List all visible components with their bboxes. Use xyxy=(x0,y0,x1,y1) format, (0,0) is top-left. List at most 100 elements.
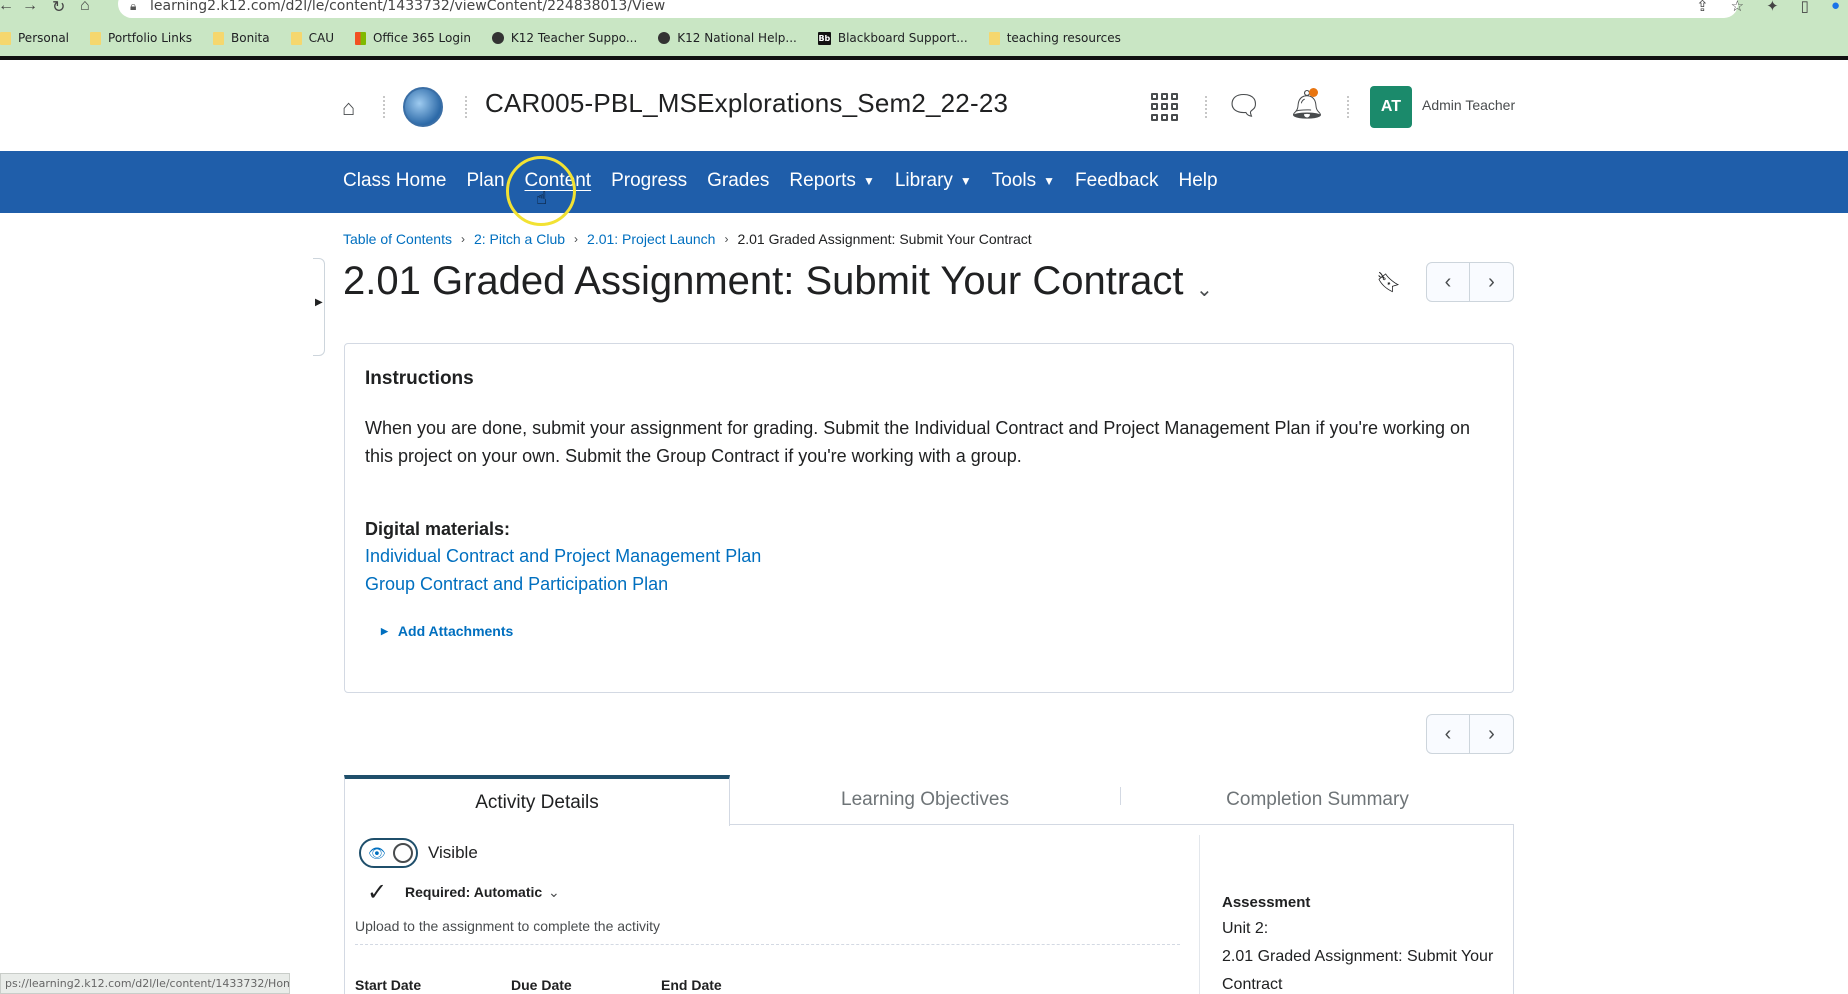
course-header: ⌂ CAR005-PBL_MSExplorations_Sem2_22-23 🗨… xyxy=(0,60,1848,151)
sidebar-icon[interactable]: ▯ xyxy=(1801,0,1809,15)
chevron-left-icon: ‹ xyxy=(1444,722,1452,745)
title-options-chevron-icon[interactable]: ⌄ xyxy=(1196,277,1213,302)
reload-icon[interactable]: ↻ xyxy=(52,0,65,17)
bookmark-icon[interactable]: 🔖︎ xyxy=(1376,270,1401,295)
header-separator xyxy=(1205,96,1207,118)
nav-progress[interactable]: Progress xyxy=(611,170,687,192)
breadcrumb-current: 2.01 Graded Assignment: Submit Your Cont… xyxy=(737,231,1032,247)
checkmark-icon: ✓ xyxy=(367,879,388,906)
course-selector-grid-icon[interactable] xyxy=(1151,93,1179,121)
visible-label: Visible xyxy=(428,843,478,862)
forward-icon[interactable]: → xyxy=(22,0,38,15)
chevron-down-icon: ▼ xyxy=(1043,174,1056,188)
bookmark-portfolio-links[interactable]: Portfolio Links xyxy=(90,31,192,45)
visibility-toggle[interactable]: 👁︎ xyxy=(359,838,418,868)
page-title: 2.01 Graded Assignment: Submit Your Cont… xyxy=(343,259,1184,303)
breadcrumb-module[interactable]: 2.01: Project Launch xyxy=(587,231,715,247)
course-logo[interactable] xyxy=(403,87,443,127)
breadcrumb-unit[interactable]: 2: Pitch a Club xyxy=(474,231,565,247)
chevron-down-icon: ▼ xyxy=(959,174,972,188)
bookmark-k12-national-help[interactable]: K12 National Help... xyxy=(658,31,797,45)
requirement-description: Upload to the assignment to complete the… xyxy=(355,918,661,934)
tab-learning-objectives[interactable]: Learning Objectives xyxy=(730,775,1120,825)
folder-icon xyxy=(988,31,1000,45)
top-pager: ‹ › xyxy=(1426,262,1514,302)
tab-completion-summary[interactable]: Completion Summary xyxy=(1121,775,1514,825)
start-date-header: Start Date xyxy=(355,977,422,993)
bookmarks-bar: Personal Portfolio Links Bonita CAU Offi… xyxy=(0,27,1142,49)
chevron-down-icon[interactable]: ⌄ xyxy=(548,884,560,901)
bottom-pager: ‹ › xyxy=(1426,714,1514,754)
share-icon[interactable]: ⇪ xyxy=(1696,0,1709,15)
next-topic-button[interactable]: › xyxy=(1470,714,1514,754)
breadcrumb-separator-icon: › xyxy=(574,232,579,246)
bookmark-blackboard-support[interactable]: Bb Blackboard Support... xyxy=(817,31,968,45)
breadcrumb-separator-icon: › xyxy=(724,232,729,246)
messages-icon[interactable]: 🗨︎ xyxy=(1226,89,1262,122)
browser-toolbar: ⇪ ☆ ✦ ▯ ● xyxy=(1696,0,1840,15)
bookmark-office-365[interactable]: Office 365 Login xyxy=(354,31,471,45)
bookmark-personal[interactable]: Personal xyxy=(0,31,69,45)
nav-class-home[interactable]: Class Home xyxy=(343,170,446,192)
header-separator xyxy=(465,96,467,118)
previous-topic-button[interactable]: ‹ xyxy=(1426,262,1470,302)
course-title[interactable]: CAR005-PBL_MSExplorations_Sem2_22-23 xyxy=(485,88,1008,119)
bookmark-k12-teacher-support[interactable]: K12 Teacher Suppo... xyxy=(491,31,637,45)
folder-icon xyxy=(213,31,225,45)
notification-dot xyxy=(1309,88,1318,97)
previous-topic-button[interactable]: ‹ xyxy=(1426,714,1470,754)
nav-tools-menu[interactable]: Tools ▼ xyxy=(992,170,1055,192)
breadcrumb-separator-icon: › xyxy=(460,232,465,246)
activity-tabs: Activity Details Learning Objectives Com… xyxy=(344,775,1514,826)
assessment-title-line[interactable]: 2.01 Graded Assignment: Submit Your xyxy=(1222,948,1493,966)
nav-reports-menu[interactable]: Reports ▼ xyxy=(789,170,874,192)
user-avatar[interactable]: AT xyxy=(1370,86,1412,128)
digital-materials-label: Digital materials: xyxy=(365,519,511,539)
activity-details-panel xyxy=(344,825,1514,994)
nav-help[interactable]: Help xyxy=(1179,170,1218,192)
nav-plan[interactable]: Plan xyxy=(466,170,504,192)
header-separator xyxy=(1347,96,1349,118)
notifications-bell-icon[interactable]: 🔔︎ xyxy=(1289,88,1325,121)
extensions-icon[interactable]: ✦ xyxy=(1766,0,1779,15)
globe-icon xyxy=(658,32,671,44)
breadcrumb-table-of-contents[interactable]: Table of Contents xyxy=(343,231,452,247)
bookmark-bonita[interactable]: Bonita xyxy=(213,31,270,45)
dotted-divider xyxy=(355,944,1180,945)
profile-icon[interactable]: ● xyxy=(1831,0,1840,15)
user-name[interactable]: Admin Teacher xyxy=(1422,97,1515,113)
chevron-left-icon: ‹ xyxy=(1444,270,1452,293)
bookmark-teaching-resources[interactable]: teaching resources xyxy=(988,31,1121,45)
next-topic-button[interactable]: › xyxy=(1470,262,1514,302)
assessment-title-line[interactable]: Contract xyxy=(1222,976,1282,994)
assessment-unit: Unit 2: xyxy=(1222,920,1269,937)
star-icon[interactable]: ☆ xyxy=(1731,0,1744,15)
course-navbar: Class Home Plan Content Progress Grades … xyxy=(0,151,1848,213)
group-contract-link[interactable]: Group Contract and Participation Plan xyxy=(365,574,668,595)
folder-icon xyxy=(0,31,11,45)
caret-right-icon: ▶ xyxy=(381,625,388,636)
nav-grades[interactable]: Grades xyxy=(707,170,769,192)
lock-icon[interactable]: 🔒︎ xyxy=(130,0,136,14)
eye-icon: 👁︎ xyxy=(368,845,386,861)
folder-icon xyxy=(90,31,102,45)
blackboard-icon: Bb xyxy=(817,31,831,45)
due-date-header: Due Date xyxy=(511,977,572,993)
completion-requirement-dropdown[interactable]: Required: Automatic xyxy=(405,884,542,900)
bookmark-cau[interactable]: CAU xyxy=(290,31,334,45)
globe-icon xyxy=(491,32,504,44)
add-attachments-button[interactable]: ▶ Add Attachments xyxy=(381,623,513,639)
nav-feedback[interactable]: Feedback xyxy=(1075,170,1158,192)
toggle-knob xyxy=(393,843,413,863)
nav-library-menu[interactable]: Library ▼ xyxy=(895,170,972,192)
tab-activity-details[interactable]: Activity Details xyxy=(344,775,730,826)
expand-arrow-icon: ▶ xyxy=(315,297,323,308)
chevron-down-icon: ▼ xyxy=(862,174,875,188)
home-icon[interactable]: ⌂ xyxy=(342,95,355,121)
mouse-pointer-icon: ☝︎ xyxy=(536,188,547,208)
address-bar-url[interactable]: learning2.k12.com/d2l/le/content/1433732… xyxy=(150,0,665,14)
individual-contract-link[interactable]: Individual Contract and Project Manageme… xyxy=(365,546,761,567)
microsoft-icon xyxy=(354,31,366,45)
home-browser-icon[interactable]: ⌂ xyxy=(80,0,90,15)
back-icon[interactable]: ← xyxy=(0,0,14,15)
